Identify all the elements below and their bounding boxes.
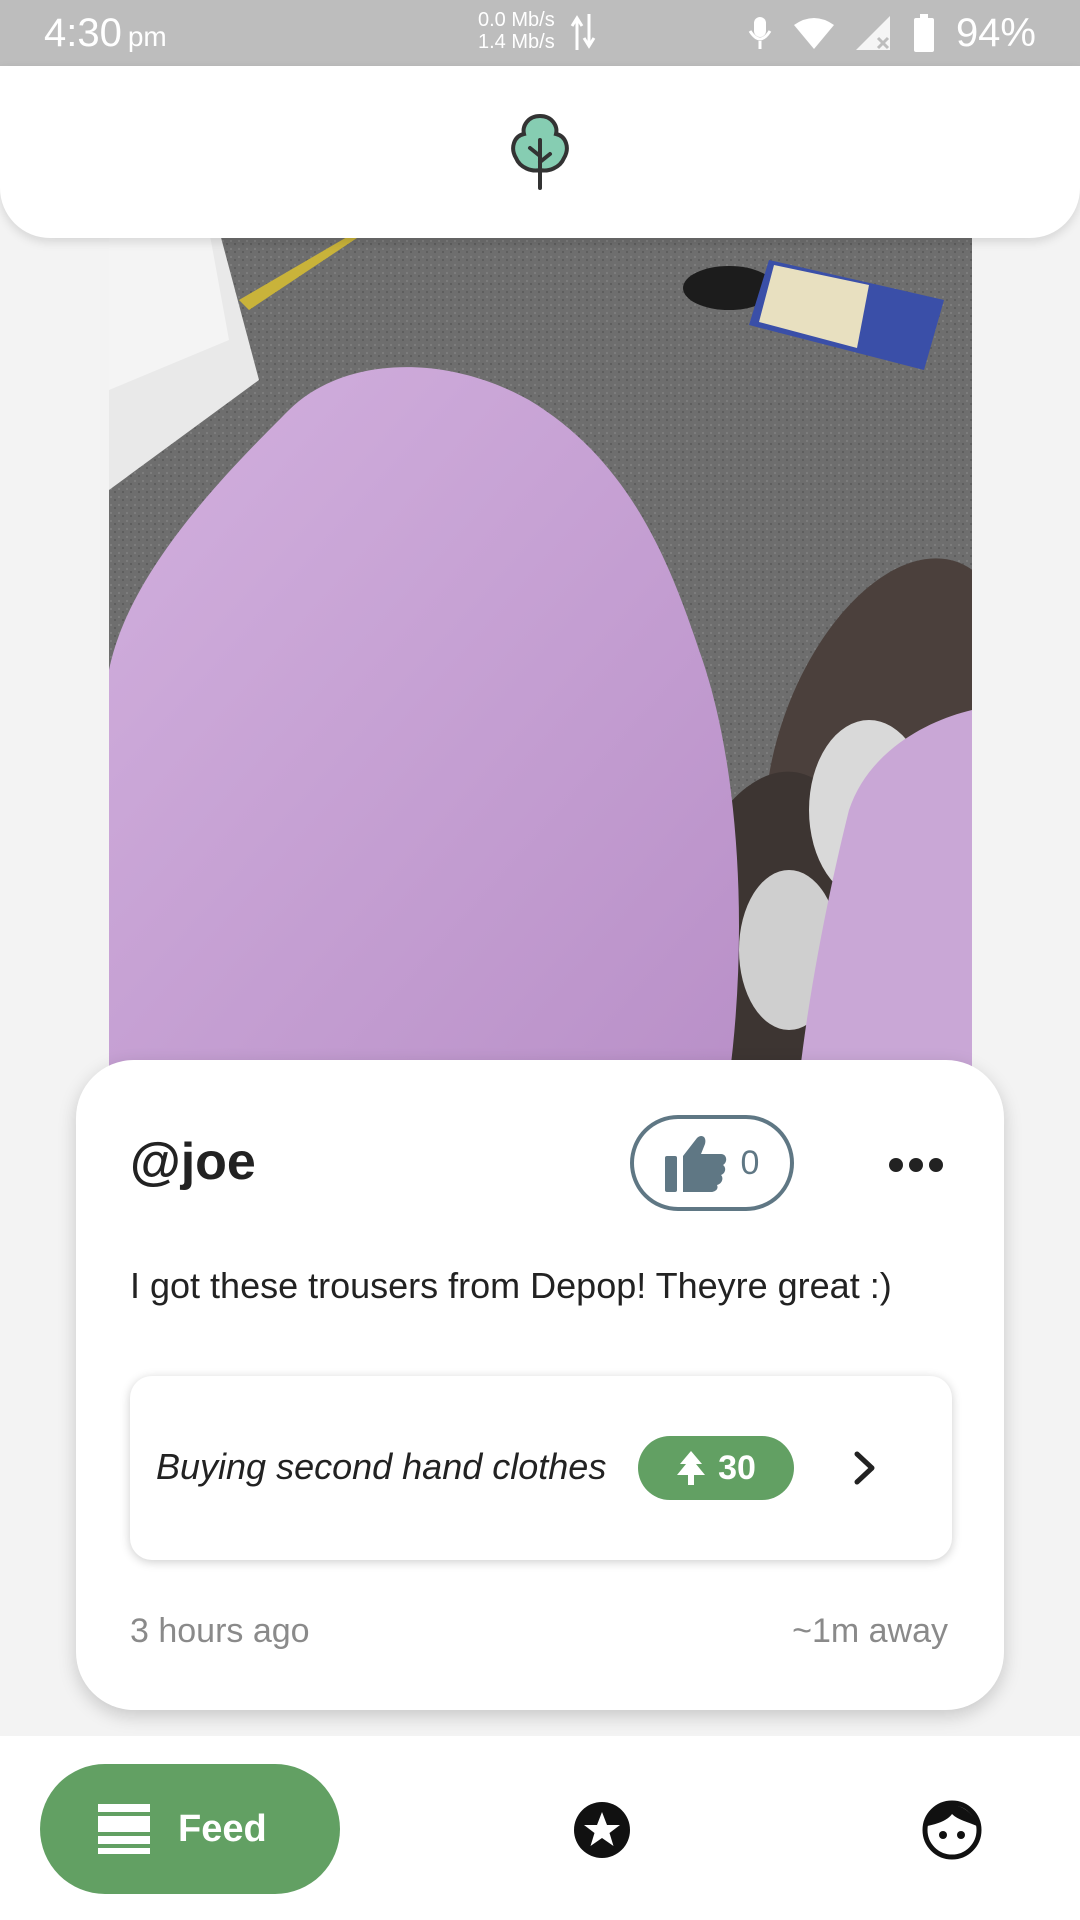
status-right: 94%	[748, 0, 1036, 66]
feed-icon	[98, 1804, 150, 1854]
network-speed-up: 0.0 Mb/s	[478, 9, 555, 31]
nav-feed-label: Feed	[178, 1807, 267, 1850]
profile-icon[interactable]	[922, 1800, 982, 1860]
points-value: 30	[718, 1448, 756, 1487]
post-card: @joe 0 I got these trousers from Depop! …	[76, 1060, 1004, 1710]
like-count: 0	[740, 1143, 760, 1182]
bottom-nav: Feed	[0, 1736, 1080, 1920]
post-time: 3 hours ago	[130, 1612, 310, 1650]
points-badge: 30	[638, 1436, 794, 1500]
network-arrows-icon	[570, 14, 596, 50]
network-speed-down: 1.4 Mb/s	[478, 31, 555, 53]
status-time: 4:30 pm	[44, 11, 167, 56]
status-time-period: pm	[127, 20, 167, 52]
chevron-right-icon[interactable]	[845, 1446, 885, 1490]
app-header	[0, 66, 1080, 238]
activity-title: Buying second hand clothes	[156, 1446, 607, 1487]
post-photo[interactable]	[109, 230, 972, 1080]
tree-points-icon	[677, 1451, 706, 1485]
star-icon[interactable]	[572, 1800, 632, 1860]
thumbs-up-icon	[664, 1136, 726, 1192]
status-bar: 4:30 pm 0.0 Mb/s 1.4 Mb/s 94%	[0, 0, 1080, 66]
battery-percent: 94%	[955, 10, 1036, 55]
more-options-button[interactable]	[876, 1140, 956, 1190]
nav-feed-button[interactable]: Feed	[40, 1764, 340, 1894]
wifi-icon	[793, 18, 834, 49]
more-dots-icon	[889, 1158, 943, 1172]
network-speed: 0.0 Mb/s 1.4 Mb/s	[478, 9, 555, 53]
post-username[interactable]: @joe	[130, 1132, 256, 1192]
battery-icon	[913, 14, 934, 52]
like-button[interactable]: 0	[630, 1115, 794, 1211]
microphone-icon	[748, 17, 772, 49]
post-distance: ~1m away	[792, 1612, 948, 1650]
signal-icon	[855, 16, 890, 50]
post-text: I got these trousers from Depop! Theyre …	[130, 1265, 892, 1306]
tree-icon	[511, 113, 569, 190]
post-photo-image	[109, 230, 972, 1080]
activity-card[interactable]: Buying second hand clothes 30	[130, 1376, 952, 1560]
status-time-value: 4:30	[44, 10, 122, 55]
